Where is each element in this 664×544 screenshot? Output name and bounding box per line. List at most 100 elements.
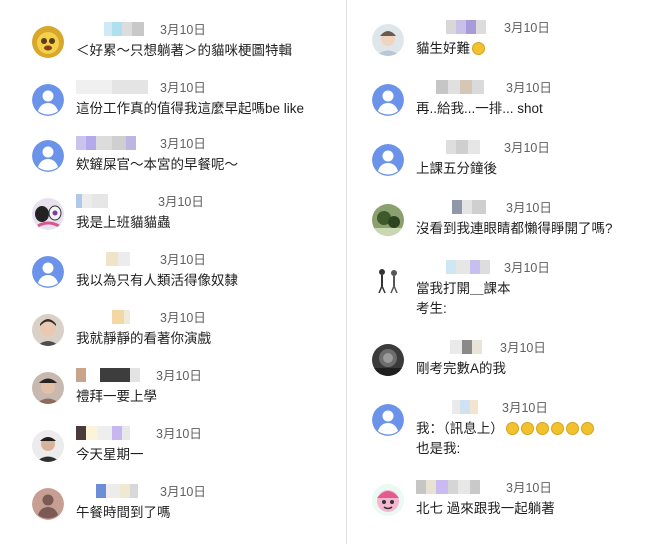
comment-text: 我就靜靜的看著你演戲: [76, 331, 211, 346]
cartoon-avatar[interactable]: [32, 198, 64, 230]
comment-meta: 3月10日: [76, 368, 276, 384]
comment-item: 3月10日 今天星期一: [32, 426, 332, 480]
comment-item: 3月10日 再..給我...一排... shot: [372, 80, 652, 134]
author-name-redacted[interactable]: [76, 252, 130, 266]
comment-text: 再..給我...一排... shot: [416, 101, 543, 116]
grinning-face-icon: [535, 422, 549, 435]
comment-text: 剛考完數A的我: [416, 361, 507, 376]
comment-text: 午餐時間到了嗎: [76, 505, 171, 520]
drawing-avatar[interactable]: [372, 264, 404, 296]
comment-meta: 3月10日: [76, 426, 276, 442]
default-avatar[interactable]: [32, 84, 64, 116]
comment-meta: 3月10日: [76, 80, 276, 96]
comment-item: 3月10日 我以為只有人類活得像奴隸: [32, 252, 332, 306]
author-name-redacted[interactable]: [76, 368, 140, 382]
author-name-redacted[interactable]: [416, 200, 486, 214]
author-name-redacted[interactable]: [416, 140, 480, 154]
comment-meta: 3月10日: [76, 194, 276, 210]
comment-item: 3月10日 當我打開＿課本 考生:: [372, 260, 652, 316]
grinning-face-icon: [580, 422, 594, 435]
author-name-redacted[interactable]: [416, 340, 482, 354]
author-name-redacted[interactable]: [76, 194, 108, 208]
comment-meta: 3月10日: [416, 340, 616, 356]
comment-meta: 3月10日: [76, 252, 276, 268]
comment-meta: 3月10日: [76, 136, 276, 152]
comment-item: 3月10日 午餐時間到了嗎: [32, 484, 332, 538]
photo-avatar[interactable]: [32, 314, 64, 346]
comment-text: 我以為只有人類活得像奴隸: [76, 273, 238, 288]
author-name-redacted[interactable]: [76, 426, 130, 440]
author-name-redacted[interactable]: [76, 22, 144, 36]
comment-item: 3月10日 貓生好難: [372, 20, 652, 74]
comment-text: ＜好累～只想躺著＞的貓咪梗圖特輯: [76, 43, 292, 58]
default-avatar[interactable]: [32, 256, 64, 288]
comment-item: 3月10日 北七 過來跟我一起躺著: [372, 480, 652, 534]
comment-date[interactable]: 3月10日: [506, 200, 552, 216]
comment-date[interactable]: 3月10日: [160, 484, 206, 500]
comment-meta: 3月10日: [76, 310, 276, 326]
comment-item: 3月10日 我就靜靜的看著你演戲: [32, 310, 332, 364]
comment-date[interactable]: 3月10日: [160, 22, 206, 38]
comment-item: 3月10日 上課五分鐘後: [372, 140, 652, 194]
comment-item: 3月10日 這份工作真的值得我這麼早起嗎be like: [32, 80, 332, 134]
comment-text: 當我打開＿課本 考生:: [416, 281, 511, 316]
comment-date[interactable]: 3月10日: [160, 136, 206, 152]
author-name-redacted[interactable]: [76, 136, 136, 150]
comment-text: 今天星期一: [76, 447, 144, 462]
photo-avatar[interactable]: [32, 372, 64, 404]
default-avatar[interactable]: [32, 140, 64, 172]
comment-date[interactable]: 3月10日: [158, 194, 204, 210]
comment-meta: 3月10日: [76, 484, 276, 500]
comment-date[interactable]: 3月10日: [500, 340, 546, 356]
column-divider: [346, 0, 347, 544]
comment-meta: 3月10日: [76, 22, 276, 38]
author-name-redacted[interactable]: [416, 400, 478, 414]
sad-face-icon: [472, 42, 485, 55]
author-name-redacted[interactable]: [76, 310, 130, 324]
author-name-redacted[interactable]: [76, 484, 138, 498]
comment-meta: 3月10日: [416, 200, 616, 216]
comment-meta: 3月10日: [416, 260, 616, 276]
comment-item: 3月10日 禮拜一要上學: [32, 368, 332, 422]
photo-avatar[interactable]: [372, 204, 404, 236]
photo-avatar[interactable]: [32, 430, 64, 462]
comment-date[interactable]: 3月10日: [506, 80, 552, 96]
comment-date[interactable]: 3月10日: [504, 260, 550, 276]
comment-date[interactable]: 3月10日: [160, 310, 206, 326]
comment-text: 上課五分鐘後: [416, 161, 497, 176]
author-name-redacted[interactable]: [416, 20, 486, 34]
photo-avatar[interactable]: [372, 24, 404, 56]
comment-item: 3月10日 欸鏟屎官～本宮的早餐呢～: [32, 136, 332, 190]
comment-text: 欸鏟屎官～本宮的早餐呢～: [76, 157, 238, 172]
comment-date[interactable]: 3月10日: [506, 480, 552, 496]
comment-item: 3月10日 沒看到我連眼睛都懶得睜開了嗎?: [372, 200, 652, 254]
cartoon-avatar[interactable]: [372, 484, 404, 516]
author-name-redacted[interactable]: [416, 480, 480, 494]
cartoon-avatar[interactable]: [32, 26, 64, 58]
comment-date[interactable]: 3月10日: [502, 400, 548, 416]
silhouette-avatar[interactable]: [32, 488, 64, 520]
comment-item: 3月10日 我：（訊息上） 也是我:: [372, 400, 652, 456]
default-avatar[interactable]: [372, 404, 404, 436]
comment-meta: 3月10日: [416, 480, 616, 496]
default-avatar[interactable]: [372, 84, 404, 116]
grinning-face-icon: [550, 422, 564, 435]
comment-text: 北七 過來跟我一起躺著: [416, 501, 555, 516]
photo-avatar[interactable]: [372, 344, 404, 376]
comment-date[interactable]: 3月10日: [160, 252, 206, 268]
comment-date[interactable]: 3月10日: [156, 426, 202, 442]
author-name-redacted[interactable]: [416, 260, 490, 274]
comment-date[interactable]: 3月10日: [504, 140, 550, 156]
comment-meta: 3月10日: [416, 20, 616, 36]
comment-date[interactable]: 3月10日: [504, 20, 550, 36]
grinning-face-icon: [565, 422, 579, 435]
comment-date[interactable]: 3月10日: [156, 368, 202, 384]
comment-text: 貓生好難: [416, 39, 485, 59]
default-avatar[interactable]: [372, 144, 404, 176]
comment-meta: 3月10日: [416, 400, 616, 416]
author-name-redacted[interactable]: [416, 80, 484, 94]
comment-item: 3月10日 ＜好累～只想躺著＞的貓咪梗圖特輯: [32, 22, 332, 76]
grinning-face-icon: [520, 422, 534, 435]
author-name-redacted[interactable]: [76, 80, 148, 94]
comment-date[interactable]: 3月10日: [160, 80, 206, 96]
